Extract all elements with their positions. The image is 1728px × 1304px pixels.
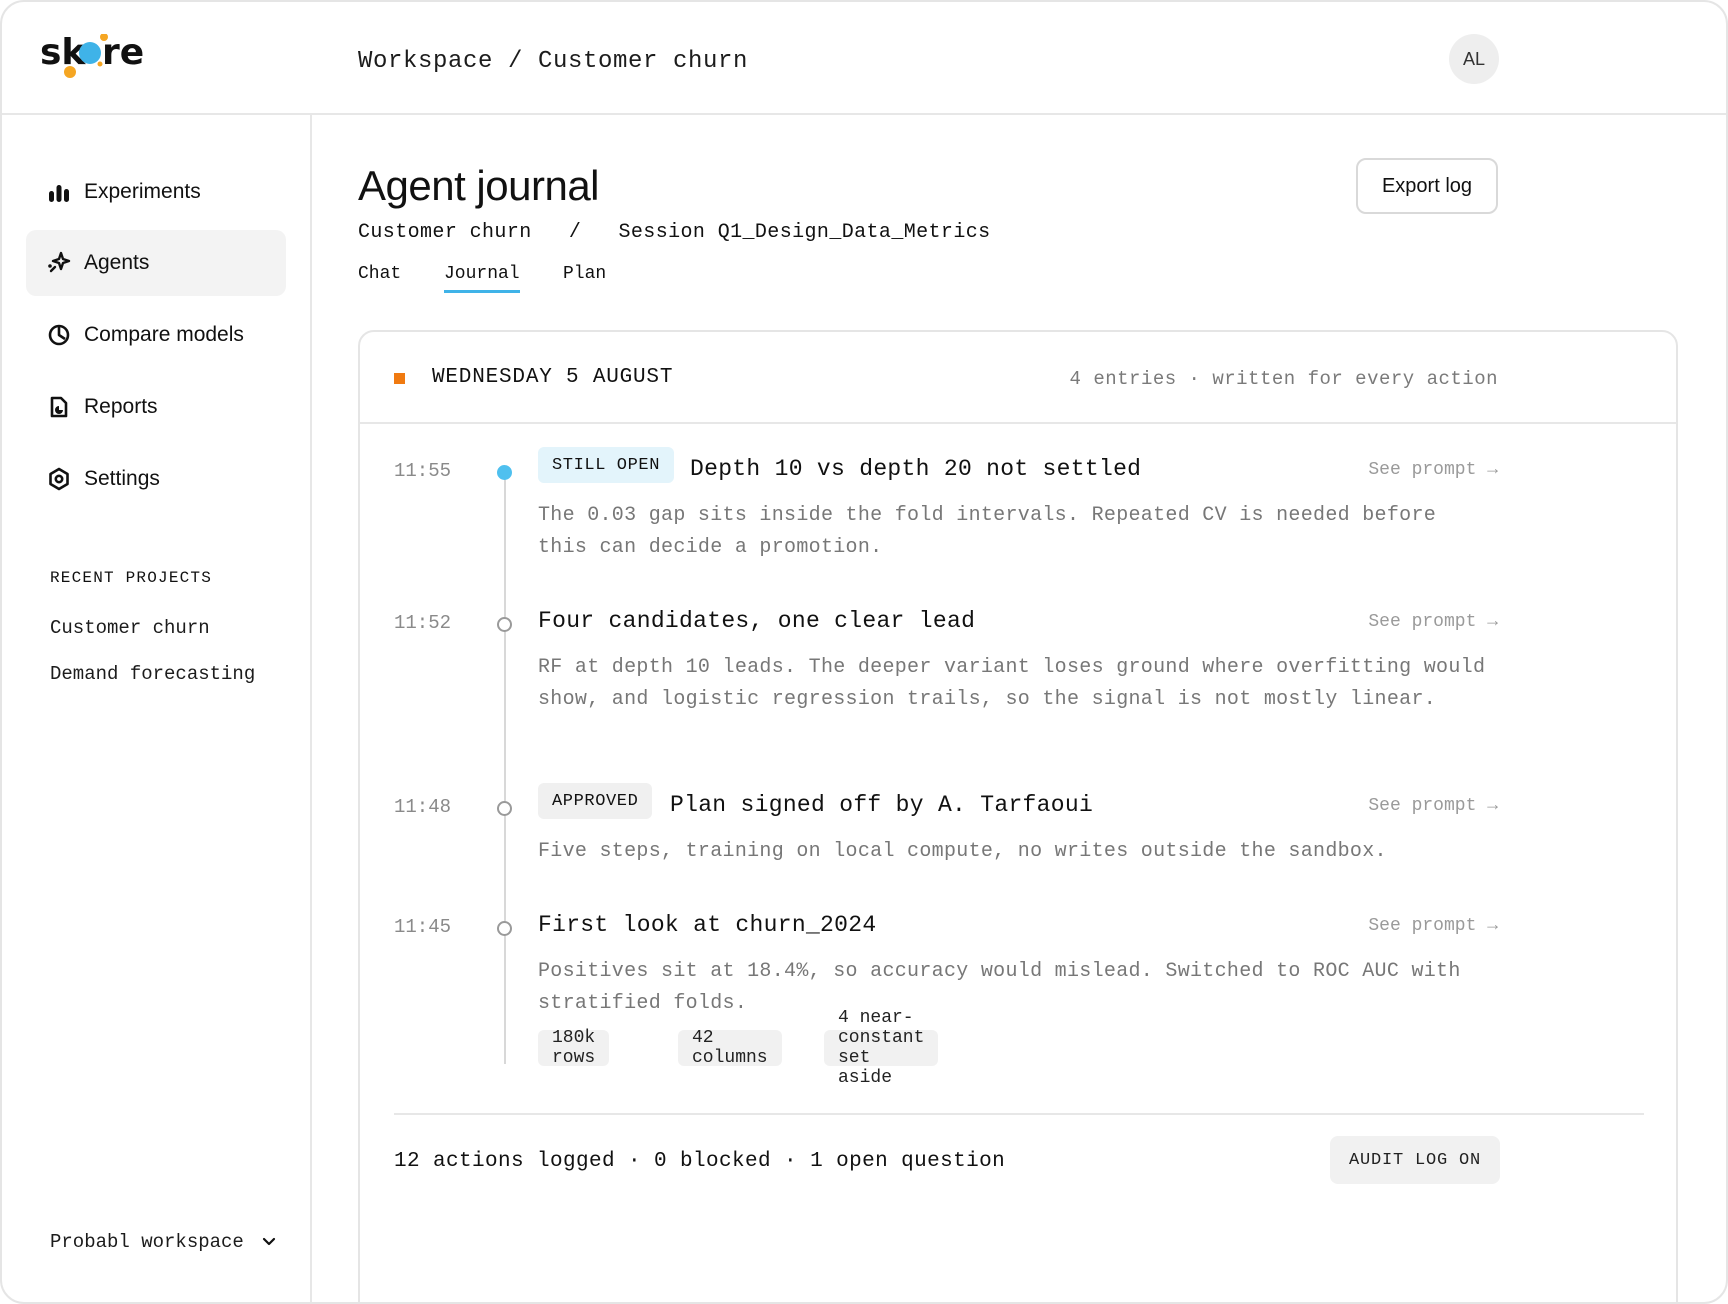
entry-time: 11:48 bbox=[394, 796, 452, 818]
timeline-line bbox=[504, 472, 506, 1064]
audit-log-status: AUDIT LOG ON bbox=[1330, 1136, 1500, 1184]
settings-gear-icon bbox=[46, 466, 72, 492]
bar-chart-icon bbox=[46, 179, 72, 205]
sidebar-item-label: Settings bbox=[84, 467, 160, 490]
export-log-button[interactable]: Export log bbox=[1356, 158, 1498, 214]
top-header: sk re Workspace / Customer churn AL bbox=[2, 2, 1726, 115]
day-title: WEDNESDAY 5 AUGUST bbox=[432, 366, 674, 389]
session-breadcrumb: Customer churn / Session Q1_Design_Data_… bbox=[358, 221, 991, 244]
app-window: sk re Workspace / Customer churn AL Expe… bbox=[0, 0, 1728, 1304]
report-icon bbox=[46, 394, 72, 420]
footer-divider bbox=[394, 1113, 1644, 1115]
journal-card: WEDNESDAY 5 AUGUST 4 entries · written f… bbox=[358, 330, 1678, 1302]
sidebar-item-compare-models[interactable]: Compare models bbox=[26, 302, 286, 368]
sidebar: Experiments Agents Compare models Report… bbox=[2, 115, 312, 1302]
dataset-chip: 4 near-constant set aside bbox=[824, 1008, 939, 1088]
day-marker bbox=[394, 373, 405, 384]
svg-text:re: re bbox=[102, 34, 144, 73]
recent-projects-heading: RECENT PROJECTS bbox=[50, 569, 213, 587]
recent-project-link[interactable]: Demand forecasting bbox=[50, 663, 255, 685]
sidebar-item-agents[interactable]: Agents bbox=[26, 230, 286, 296]
chevron-down-icon bbox=[262, 1231, 276, 1253]
see-prompt-link[interactable]: See prompt → bbox=[1368, 916, 1498, 936]
page-title: Agent journal bbox=[358, 162, 600, 209]
logo-mark: sk re bbox=[40, 32, 144, 78]
entry-time: 11:52 bbox=[394, 612, 452, 634]
sparkle-icon bbox=[46, 250, 72, 276]
journal-summary: 12 actions logged · 0 blocked · 1 open q… bbox=[394, 1150, 1006, 1173]
see-prompt-link[interactable]: See prompt → bbox=[1368, 612, 1498, 632]
sidebar-item-label: Agents bbox=[84, 251, 150, 274]
recent-project-link[interactable]: Customer churn bbox=[50, 617, 210, 639]
sidebar-item-label: Compare models bbox=[84, 323, 244, 346]
dataset-chip: 180k rows bbox=[538, 1028, 610, 1068]
breadcrumb-project[interactable]: Customer churn bbox=[358, 221, 532, 244]
status-badge-approved: APPROVED bbox=[538, 783, 653, 819]
timeline-dot bbox=[497, 801, 512, 816]
dataset-chip: 42 columns bbox=[678, 1028, 782, 1068]
entry-body: RF at depth 10 leads. The deeper variant… bbox=[538, 656, 1486, 711]
entry-title: Depth 10 vs depth 20 not settled bbox=[690, 456, 1142, 482]
entry-body: The 0.03 gap sits inside the fold interv… bbox=[538, 504, 1437, 559]
tab-journal[interactable]: Journal bbox=[444, 264, 520, 293]
timeline-dot bbox=[497, 617, 512, 632]
user-avatar[interactable]: AL bbox=[1449, 34, 1499, 84]
see-prompt-link[interactable]: See prompt → bbox=[1368, 796, 1498, 816]
entry-body: Five steps, training on local compute, n… bbox=[538, 840, 1387, 863]
pie-chart-icon bbox=[46, 322, 72, 348]
sidebar-item-settings[interactable]: Settings bbox=[26, 446, 286, 512]
sidebar-item-reports[interactable]: Reports bbox=[26, 374, 286, 440]
day-meta: 4 entries · written for every action bbox=[1069, 368, 1498, 390]
skore-logo[interactable]: sk re bbox=[40, 32, 160, 90]
tab-plan[interactable]: Plan bbox=[563, 264, 606, 290]
tab-chat[interactable]: Chat bbox=[358, 264, 401, 290]
entry-title: Plan signed off by A. Tarfaoui bbox=[670, 792, 1094, 818]
sidebar-item-experiments[interactable]: Experiments bbox=[26, 159, 286, 225]
workspace-selector[interactable]: Probabl workspace bbox=[50, 1231, 276, 1253]
breadcrumb-separator: / bbox=[568, 221, 582, 244]
entry-time: 11:55 bbox=[394, 460, 452, 482]
sidebar-item-label: Reports bbox=[84, 395, 158, 418]
timeline-dot-active bbox=[497, 465, 512, 480]
workspace-name: Probabl workspace bbox=[50, 1231, 244, 1253]
breadcrumb-session: Session Q1_Design_Data_Metrics bbox=[618, 221, 991, 244]
timeline-dot bbox=[497, 921, 512, 936]
entry-title: Four candidates, one clear lead bbox=[538, 608, 976, 634]
entry-time: 11:45 bbox=[394, 916, 452, 938]
entry-title: First look at churn_2024 bbox=[538, 912, 877, 938]
day-header: WEDNESDAY 5 AUGUST 4 entries · written f… bbox=[360, 332, 1676, 424]
status-badge-open: STILL OPEN bbox=[538, 447, 675, 483]
header-breadcrumb: Workspace / Customer churn bbox=[358, 48, 749, 75]
sidebar-item-label: Experiments bbox=[84, 180, 201, 203]
entry-body: Positives sit at 18.4%, so accuracy woul… bbox=[538, 960, 1461, 1015]
see-prompt-link[interactable]: See prompt → bbox=[1368, 460, 1498, 480]
